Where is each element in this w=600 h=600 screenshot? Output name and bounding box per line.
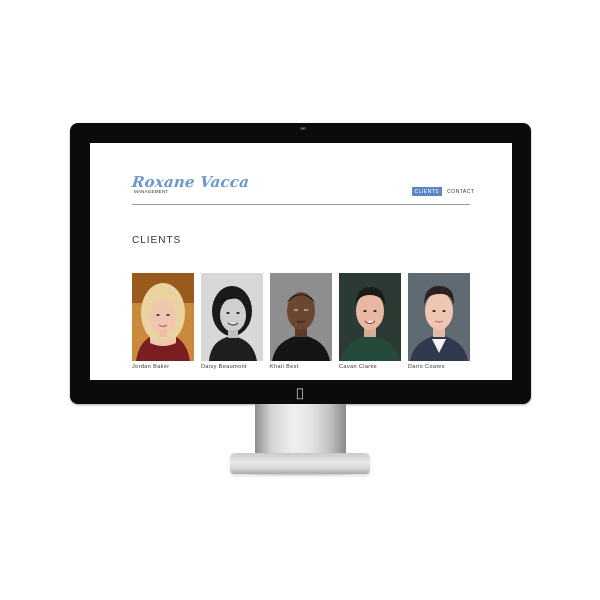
nav-clients[interactable]: CLIENTS (412, 187, 442, 196)
client-photo (270, 273, 332, 361)
page-title: CLIENTS (132, 235, 182, 246)
apple-logo-icon:  (290, 383, 310, 403)
client-photo (339, 273, 401, 361)
website-screen: Roxane Vacca MANAGEMENT CLIENTS CONTACT … (90, 143, 512, 380)
monitor-stand (255, 404, 346, 458)
site-logo-subtitle: MANAGEMENT (134, 189, 169, 194)
client-name: Cavan Clarke (339, 364, 378, 370)
client-photo (201, 273, 263, 361)
clients-grid: Jordan Baker Daisy Beaumont Khali Best C… (132, 273, 470, 370)
camera-icon (300, 127, 306, 130)
client-card[interactable]: Khali Best (270, 273, 332, 370)
client-name: Khali Best (270, 364, 299, 370)
client-name: Dario Coates (408, 364, 445, 370)
client-card[interactable]: Cavan Clarke (339, 273, 401, 370)
client-photo (408, 273, 470, 361)
client-card[interactable]: Dario Coates (408, 273, 470, 370)
client-card[interactable]: Daisy Beaumont (201, 273, 263, 370)
main-nav: CLIENTS CONTACT (412, 187, 477, 196)
nav-contact[interactable]: CONTACT (445, 187, 477, 196)
header-divider (132, 204, 470, 205)
client-card[interactable]: Jordan Baker (132, 273, 194, 370)
client-name: Daisy Beaumont (201, 364, 247, 370)
monitor-stand-base (230, 453, 370, 474)
client-photo (132, 273, 194, 361)
client-name: Jordan Baker (132, 364, 170, 370)
